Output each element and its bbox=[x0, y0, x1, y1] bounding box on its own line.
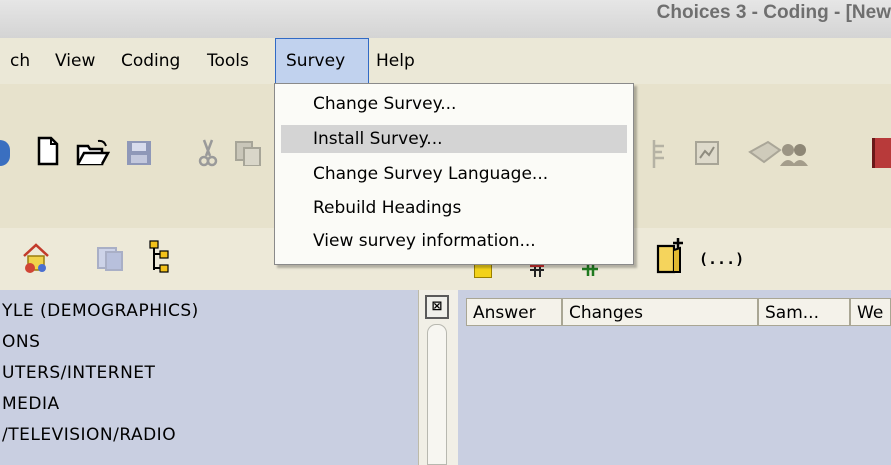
menu-view[interactable]: View bbox=[52, 38, 98, 84]
menu-item-change-survey-language[interactable]: Change Survey Language... bbox=[281, 160, 627, 188]
menu-item-install-survey[interactable]: Install Survey... bbox=[281, 125, 627, 153]
new-document-icon[interactable] bbox=[36, 136, 60, 166]
users-icon[interactable] bbox=[748, 138, 812, 168]
report-icon[interactable] bbox=[650, 138, 668, 170]
menu-tools[interactable]: Tools bbox=[204, 38, 252, 84]
vertical-scrollbar[interactable] bbox=[427, 324, 447, 465]
cut-icon[interactable] bbox=[198, 138, 218, 168]
menu-help[interactable]: Help bbox=[373, 38, 418, 84]
column-header-weight[interactable]: We bbox=[850, 298, 891, 326]
collapse-icon[interactable]: ⊠ bbox=[425, 295, 449, 319]
red-book-icon[interactable] bbox=[872, 138, 891, 168]
menu-item-change-survey[interactable]: Change Survey... bbox=[281, 90, 627, 118]
partial-globe-icon[interactable] bbox=[0, 140, 10, 166]
survey-dropdown-menu: Change Survey... Install Survey... Chang… bbox=[274, 83, 634, 265]
tree-item-television-radio[interactable]: /TELEVISION/RADIO bbox=[2, 420, 176, 451]
tree-item-ons[interactable]: ONS bbox=[2, 327, 40, 358]
window-title: Choices 3 - Coding - [New bbox=[656, 2, 891, 23]
menu-item-rebuild-headings[interactable]: Rebuild Headings bbox=[281, 194, 627, 222]
brackets-button[interactable]: (...) bbox=[699, 250, 744, 268]
copy-icon[interactable] bbox=[234, 140, 264, 166]
menu-search[interactable]: ch bbox=[7, 38, 33, 84]
save-icon[interactable] bbox=[126, 140, 152, 166]
menu-item-view-survey-information[interactable]: View survey information... bbox=[281, 227, 627, 255]
open-folder-icon[interactable] bbox=[76, 138, 110, 166]
category-tree[interactable]: YLE (DEMOGRAPHICS) ONS UTERS/INTERNET ME… bbox=[0, 290, 418, 465]
tree-structure-icon[interactable] bbox=[148, 240, 170, 274]
tree-item-lifestyle-demographics[interactable]: YLE (DEMOGRAPHICS) bbox=[2, 296, 199, 327]
tree-item-computers-internet[interactable]: UTERS/INTERNET bbox=[2, 358, 155, 389]
column-header-answer[interactable]: Answer bbox=[466, 298, 562, 326]
menu-coding[interactable]: Coding bbox=[118, 38, 183, 84]
menu-bar: ch View Coding Tools Survey Help bbox=[0, 38, 891, 84]
answers-grid[interactable]: Answer Changes Sam... We bbox=[458, 290, 891, 465]
menu-survey[interactable]: Survey bbox=[275, 38, 369, 84]
tree-item-media[interactable]: MEDIA bbox=[2, 389, 60, 420]
copy-disabled-icon[interactable] bbox=[96, 246, 126, 272]
title-bar: Choices 3 - Coding - [New bbox=[0, 0, 891, 39]
column-header-changes[interactable]: Changes bbox=[562, 298, 758, 326]
scroll-column: ⊠ bbox=[418, 290, 459, 465]
house-settings-icon[interactable] bbox=[20, 242, 52, 276]
column-header-sample[interactable]: Sam... bbox=[758, 298, 850, 326]
add-document-icon[interactable] bbox=[652, 236, 688, 276]
chart-window-icon[interactable] bbox=[694, 140, 720, 166]
